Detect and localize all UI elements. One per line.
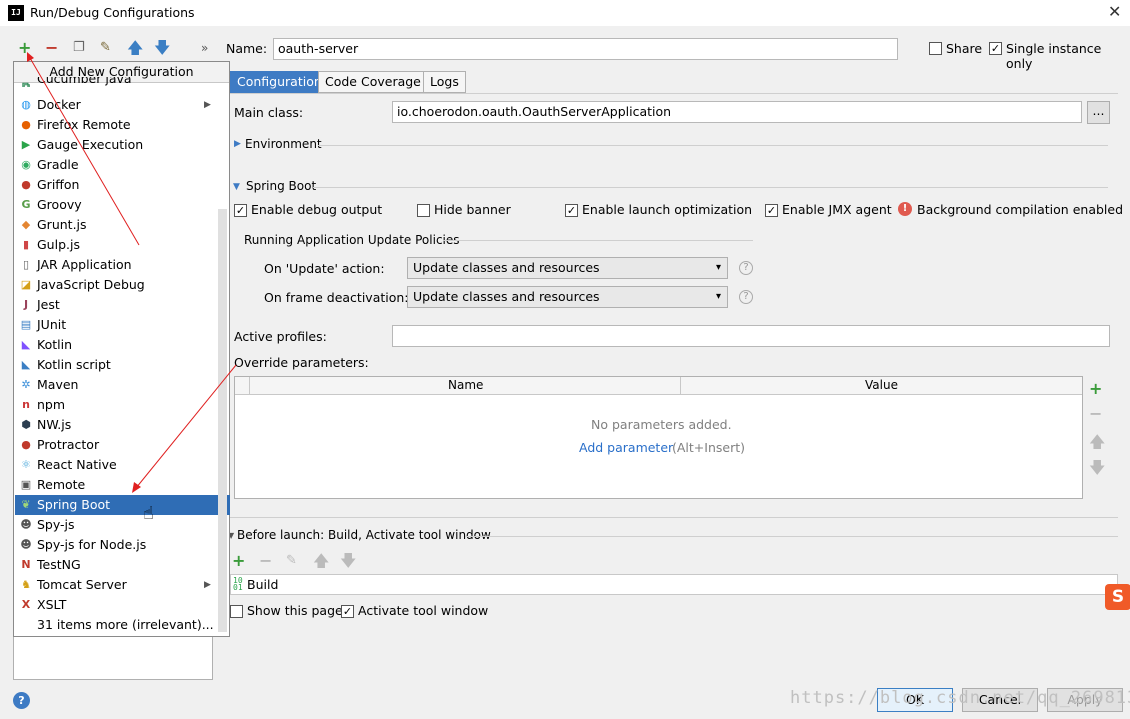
arrow-to-add-button [29,57,140,246]
arrow-to-spring-boot [135,364,237,489]
arrowhead [27,52,34,62]
mouse-cursor-icon: ☝ [143,503,154,524]
annotation-arrows [27,52,237,493]
